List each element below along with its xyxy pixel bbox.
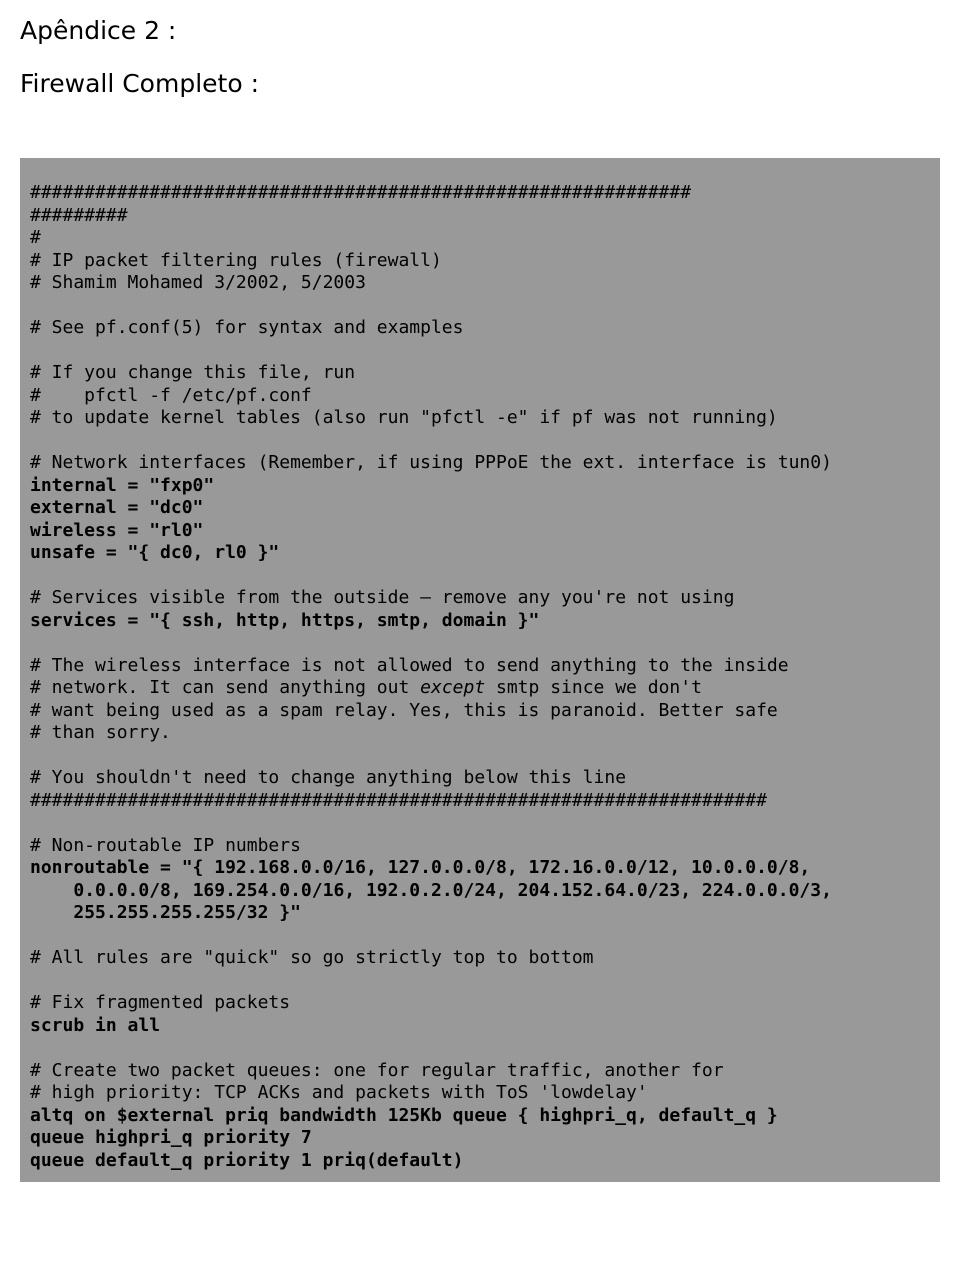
code-line: 0.0.0.0/8, 169.254.0.0/16, 192.0.2.0/24,… bbox=[30, 880, 832, 901]
code-line: internal = "fxp0" bbox=[30, 475, 214, 496]
code-line: scrub in all bbox=[30, 1015, 160, 1036]
code-line: # You shouldn't need to change anything … bbox=[30, 767, 626, 788]
code-line: wireless = "rl0" bbox=[30, 520, 203, 541]
code-line: # Non-routable IP numbers bbox=[30, 835, 301, 856]
code-line: external = "dc0" bbox=[30, 497, 203, 518]
code-line: # want being used as a spam relay. Yes, … bbox=[30, 700, 778, 721]
code-line: ########################################… bbox=[30, 790, 767, 811]
code-line: # See pf.conf(5) for syntax and examples bbox=[30, 317, 463, 338]
code-line: # Create two packet queues: one for regu… bbox=[30, 1060, 724, 1081]
page-title: Apêndice 2 : bbox=[20, 16, 940, 45]
code-line: # IP packet filtering rules (firewall) bbox=[30, 250, 442, 271]
code-line-italic: except bbox=[420, 677, 485, 698]
page-subtitle: Firewall Completo : bbox=[20, 69, 940, 98]
code-line: # Shamim Mohamed 3/2002, 5/2003 bbox=[30, 272, 366, 293]
code-line: # If you change this file, run bbox=[30, 362, 355, 383]
code-line: # Fix fragmented packets bbox=[30, 992, 290, 1013]
code-line: # The wireless interface is not allowed … bbox=[30, 655, 789, 676]
code-line: 255.255.255.255/32 }" bbox=[30, 902, 301, 923]
code-line: altq on $external priq bandwidth 125Kb q… bbox=[30, 1105, 778, 1126]
code-line: # than sorry. bbox=[30, 722, 171, 743]
code-line: queue default_q priority 1 priq(default) bbox=[30, 1150, 463, 1171]
code-line: unsafe = "{ dc0, rl0 }" bbox=[30, 542, 279, 563]
code-block: ########################################… bbox=[20, 158, 940, 1182]
code-line: # pfctl -f /etc/pf.conf bbox=[30, 385, 312, 406]
code-line: # network. It can send anything out bbox=[30, 677, 420, 698]
code-line: # high priority: TCP ACKs and packets wi… bbox=[30, 1082, 648, 1103]
code-line: # All rules are "quick" so go strictly t… bbox=[30, 947, 594, 968]
code-line: nonroutable = "{ 192.168.0.0/16, 127.0.0… bbox=[30, 857, 810, 878]
code-line: smtp since we don't bbox=[485, 677, 702, 698]
code-line: # to update kernel tables (also run "pfc… bbox=[30, 407, 778, 428]
code-line: queue highpri_q priority 7 bbox=[30, 1127, 312, 1148]
code-line: ######### bbox=[30, 205, 128, 226]
code-line: ########################################… bbox=[30, 182, 691, 203]
document-page: Apêndice 2 : Firewall Completo : #######… bbox=[0, 0, 960, 1202]
code-line: services = "{ ssh, http, https, smtp, do… bbox=[30, 610, 539, 631]
code-line: # bbox=[30, 227, 41, 248]
code-line: # Services visible from the outside — re… bbox=[30, 587, 734, 608]
code-line: # Network interfaces (Remember, if using… bbox=[30, 452, 832, 473]
